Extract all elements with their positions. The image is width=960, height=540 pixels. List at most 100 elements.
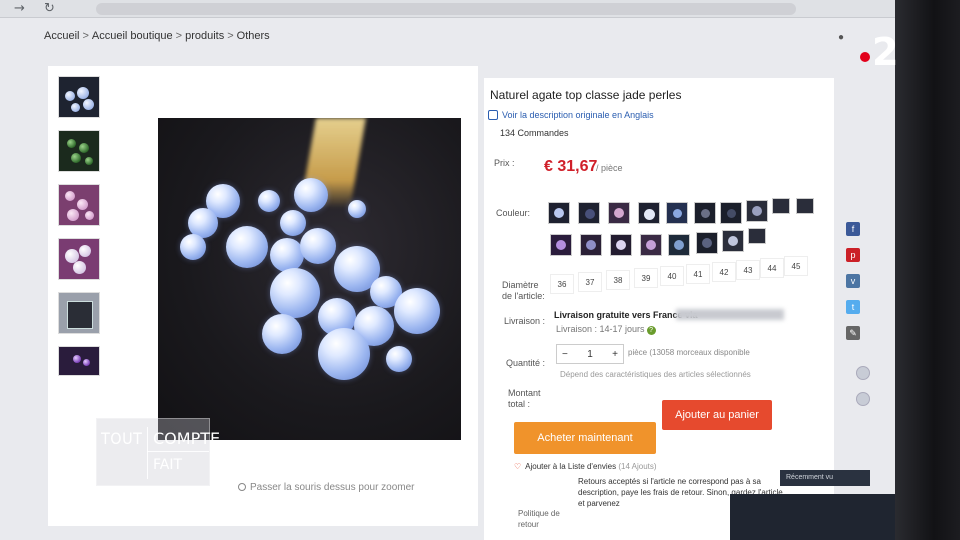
price-label: Prix : bbox=[494, 158, 515, 168]
color-label: Couleur: bbox=[496, 208, 531, 218]
thumbnail-5[interactable] bbox=[58, 292, 100, 334]
color-swatch[interactable] bbox=[722, 230, 744, 252]
size-option[interactable]: 40 bbox=[660, 266, 684, 286]
monitor-bezel bbox=[895, 0, 960, 540]
quantity-available: pièce (13058 morceaux disponible bbox=[628, 348, 750, 357]
logo-number: 2 bbox=[872, 30, 899, 74]
color-swatch[interactable] bbox=[608, 202, 630, 224]
color-swatch[interactable] bbox=[696, 232, 718, 254]
breadcrumb-products[interactable]: produits bbox=[185, 30, 224, 42]
heart-icon: ♡ bbox=[514, 462, 522, 471]
size-option[interactable]: 36 bbox=[550, 274, 574, 294]
size-option[interactable]: 38 bbox=[606, 270, 630, 290]
thumbnail-list bbox=[58, 76, 102, 388]
total-label: Montant total : bbox=[508, 388, 541, 409]
taskbar bbox=[730, 494, 900, 540]
wishlist-text[interactable]: Ajouter à la Liste d'envies bbox=[525, 462, 616, 471]
quantity-label: Quantité : bbox=[506, 358, 546, 368]
breadcrumb: Accueil > Accueil boutique > produits > Others bbox=[44, 30, 270, 42]
price-value: € 31,67 bbox=[544, 158, 598, 175]
zoom-hint-text: Passer la souris dessus pour zoomer bbox=[250, 482, 415, 493]
color-swatch[interactable] bbox=[580, 234, 602, 256]
pinterest-icon[interactable]: p bbox=[846, 248, 860, 262]
watermark-tout: TOUT bbox=[101, 429, 143, 448]
address-bar[interactable] bbox=[96, 3, 796, 15]
size-option[interactable]: 43 bbox=[736, 260, 760, 280]
translate-icon bbox=[488, 110, 498, 120]
arrow-right-icon[interactable]: → bbox=[14, 1, 25, 16]
product-title: Naturel agate top classe jade perles bbox=[490, 88, 682, 102]
color-swatch[interactable] bbox=[772, 198, 790, 214]
twitter-icon[interactable]: t bbox=[846, 300, 860, 314]
quantity-decrease-button[interactable]: − bbox=[562, 349, 568, 360]
vk-icon[interactable]: v bbox=[846, 274, 860, 288]
watermark-compte: COMPTE bbox=[153, 429, 221, 448]
color-swatch[interactable] bbox=[668, 234, 690, 256]
translate-link[interactable]: Voir la description originale en Anglais bbox=[488, 110, 654, 120]
watermark-fait: FAIT bbox=[153, 457, 183, 473]
color-swatch[interactable] bbox=[610, 234, 632, 256]
delivery-days-text: Livraison : 14-17 jours bbox=[556, 324, 645, 334]
size-option[interactable]: 41 bbox=[686, 264, 710, 284]
color-swatch[interactable] bbox=[640, 234, 662, 256]
zoom-hint: Passer la souris dessus pour zoomer bbox=[238, 482, 415, 493]
thumbnail-4[interactable] bbox=[58, 238, 100, 280]
share-buttons: f p v t ✎ bbox=[846, 222, 864, 352]
order-count: 134 Commandes bbox=[500, 128, 569, 138]
size-option[interactable]: 42 bbox=[712, 262, 736, 282]
quantity-input[interactable]: 1 bbox=[587, 349, 593, 360]
thumbnail-3[interactable] bbox=[58, 184, 100, 226]
color-swatch[interactable] bbox=[746, 200, 768, 222]
thumbnail-2[interactable] bbox=[58, 130, 100, 172]
color-swatch[interactable] bbox=[748, 228, 766, 244]
blurred-carrier bbox=[676, 309, 784, 320]
wishlist-count: (14 Ajouts) bbox=[618, 462, 657, 471]
total-note: Dépend des caractéristiques des articles… bbox=[560, 370, 751, 379]
color-swatch[interactable] bbox=[578, 202, 600, 224]
color-swatch[interactable] bbox=[796, 198, 814, 214]
translate-link-text[interactable]: Voir la description originale en Anglais bbox=[502, 110, 654, 120]
breadcrumb-separator: > bbox=[82, 30, 89, 42]
product-main-image[interactable] bbox=[158, 118, 461, 440]
show-watermark: TOUT COMPTE FAIT bbox=[96, 418, 220, 486]
size-option[interactable]: 44 bbox=[760, 258, 784, 278]
delivery-label: Livraison : bbox=[504, 316, 546, 326]
help-icon[interactable]: ● bbox=[838, 32, 844, 43]
color-swatch[interactable] bbox=[550, 234, 572, 256]
price-unit: / pièce bbox=[596, 163, 623, 173]
diameter-label: Diamètre de l'article: bbox=[502, 280, 545, 301]
color-swatch[interactable] bbox=[638, 202, 660, 224]
color-swatch[interactable] bbox=[720, 202, 742, 224]
recently-viewed-popup[interactable]: Récemment vu bbox=[780, 470, 870, 486]
facebook-icon[interactable]: f bbox=[846, 222, 860, 236]
breadcrumb-shop[interactable]: Accueil boutique bbox=[92, 30, 173, 42]
thumbnail-1[interactable] bbox=[58, 76, 100, 118]
info-icon[interactable]: ? bbox=[646, 326, 656, 335]
thumbnail-6[interactable] bbox=[58, 346, 100, 376]
chat-button[interactable] bbox=[856, 392, 870, 406]
color-swatch[interactable] bbox=[694, 202, 716, 224]
monitor-screen: → ↻ Accueil > Accueil boutique > produits > Ot… bbox=[0, 0, 900, 540]
returns-label: Politique de retour bbox=[518, 509, 560, 529]
browser-toolbar: → ↻ bbox=[0, 0, 900, 18]
breadcrumb-others[interactable]: Others bbox=[237, 30, 270, 42]
color-swatch[interactable] bbox=[666, 202, 688, 224]
logo-dot bbox=[860, 52, 870, 62]
size-option[interactable]: 39 bbox=[634, 268, 658, 288]
breadcrumb-separator: > bbox=[175, 30, 183, 42]
buy-now-button[interactable]: Acheter maintenant bbox=[514, 422, 656, 454]
quantity-stepper[interactable]: − 1 + bbox=[556, 344, 624, 364]
scroll-top-button[interactable] bbox=[856, 366, 870, 380]
wishlist-link[interactable]: ♡ Ajouter à la Liste d'envies (14 Ajouts) bbox=[514, 462, 657, 471]
add-to-cart-button[interactable]: Ajouter au panier bbox=[662, 400, 772, 430]
reload-icon[interactable]: ↻ bbox=[44, 1, 55, 16]
size-option[interactable]: 37 bbox=[578, 272, 602, 292]
magnifier-icon bbox=[238, 483, 246, 491]
channel-logo: 2 bbox=[858, 30, 908, 74]
breadcrumb-separator: > bbox=[227, 30, 234, 42]
edit-icon[interactable]: ✎ bbox=[846, 326, 860, 340]
quantity-increase-button[interactable]: + bbox=[612, 349, 618, 360]
color-swatch[interactable] bbox=[548, 202, 570, 224]
size-option[interactable]: 45 bbox=[784, 256, 808, 276]
breadcrumb-home[interactable]: Accueil bbox=[44, 30, 79, 42]
